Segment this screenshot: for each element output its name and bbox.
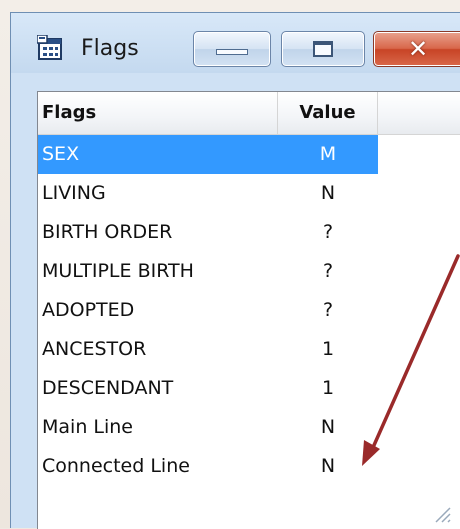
resize-grip-icon[interactable] — [428, 500, 452, 524]
flag-name: LIVING — [42, 182, 106, 204]
list-row[interactable]: ADOPTED? — [38, 291, 378, 330]
flag-name: MULTIPLE BIRTH — [42, 260, 194, 282]
flag-value: N — [320, 455, 336, 477]
close-button[interactable]: ✕ — [373, 31, 460, 67]
flag-value: ? — [322, 260, 334, 282]
flag-value: N — [320, 416, 336, 438]
maximize-icon — [313, 41, 333, 57]
app-icon — [37, 35, 62, 60]
flag-name: ADOPTED — [42, 299, 135, 321]
flag-value: 1 — [321, 338, 335, 360]
flag-value: M — [319, 143, 337, 165]
title-bar[interactable]: Flags ✕ — [11, 13, 460, 73]
column-header-filler — [378, 92, 460, 134]
maximize-button[interactable] — [281, 31, 365, 67]
flag-value: N — [320, 182, 336, 204]
list-row[interactable]: LIVING N — [38, 174, 378, 213]
column-header-value[interactable]: Value — [278, 92, 378, 134]
flag-value: 1 — [321, 377, 335, 399]
list-row[interactable]: ANCESTOR 1 — [38, 330, 378, 369]
flag-name: SEX — [42, 143, 80, 165]
flag-name: ANCESTOR — [42, 338, 147, 360]
flag-name: DESCENDANT — [42, 377, 174, 399]
minimize-icon — [216, 49, 248, 55]
flags-window: Flags ✕ Flags Value SEX M LIVING N BIRTH ORD… — [10, 12, 460, 529]
column-header-flags[interactable]: Flags — [38, 92, 278, 134]
minimize-button[interactable] — [193, 31, 271, 67]
list-row[interactable]: BIRTH ORDER? — [38, 213, 378, 252]
list-row[interactable]: MULTIPLE BIRTH? — [38, 252, 378, 291]
flag-value: ? — [322, 221, 334, 243]
flag-name: Connected Line — [42, 455, 190, 477]
close-icon: ✕ — [407, 35, 429, 63]
list-header: Flags Value — [38, 92, 460, 135]
flag-name: BIRTH ORDER — [42, 221, 173, 243]
flags-list[interactable]: Flags Value SEX M LIVING N BIRTH ORDER? MULTI… — [37, 91, 460, 529]
flag-name: Main Line — [42, 416, 133, 438]
list-row[interactable]: SEX M — [38, 135, 378, 174]
list-row[interactable]: Connected Line N — [38, 447, 378, 486]
list-row[interactable]: Main Line N — [38, 408, 378, 447]
list-row[interactable]: DESCENDANT 1 — [38, 369, 378, 408]
window-title: Flags — [81, 36, 139, 61]
flag-value: ? — [322, 299, 334, 321]
list-rows: SEX M LIVING N BIRTH ORDER? MULTIPLE BIRTH? AD… — [38, 135, 378, 486]
